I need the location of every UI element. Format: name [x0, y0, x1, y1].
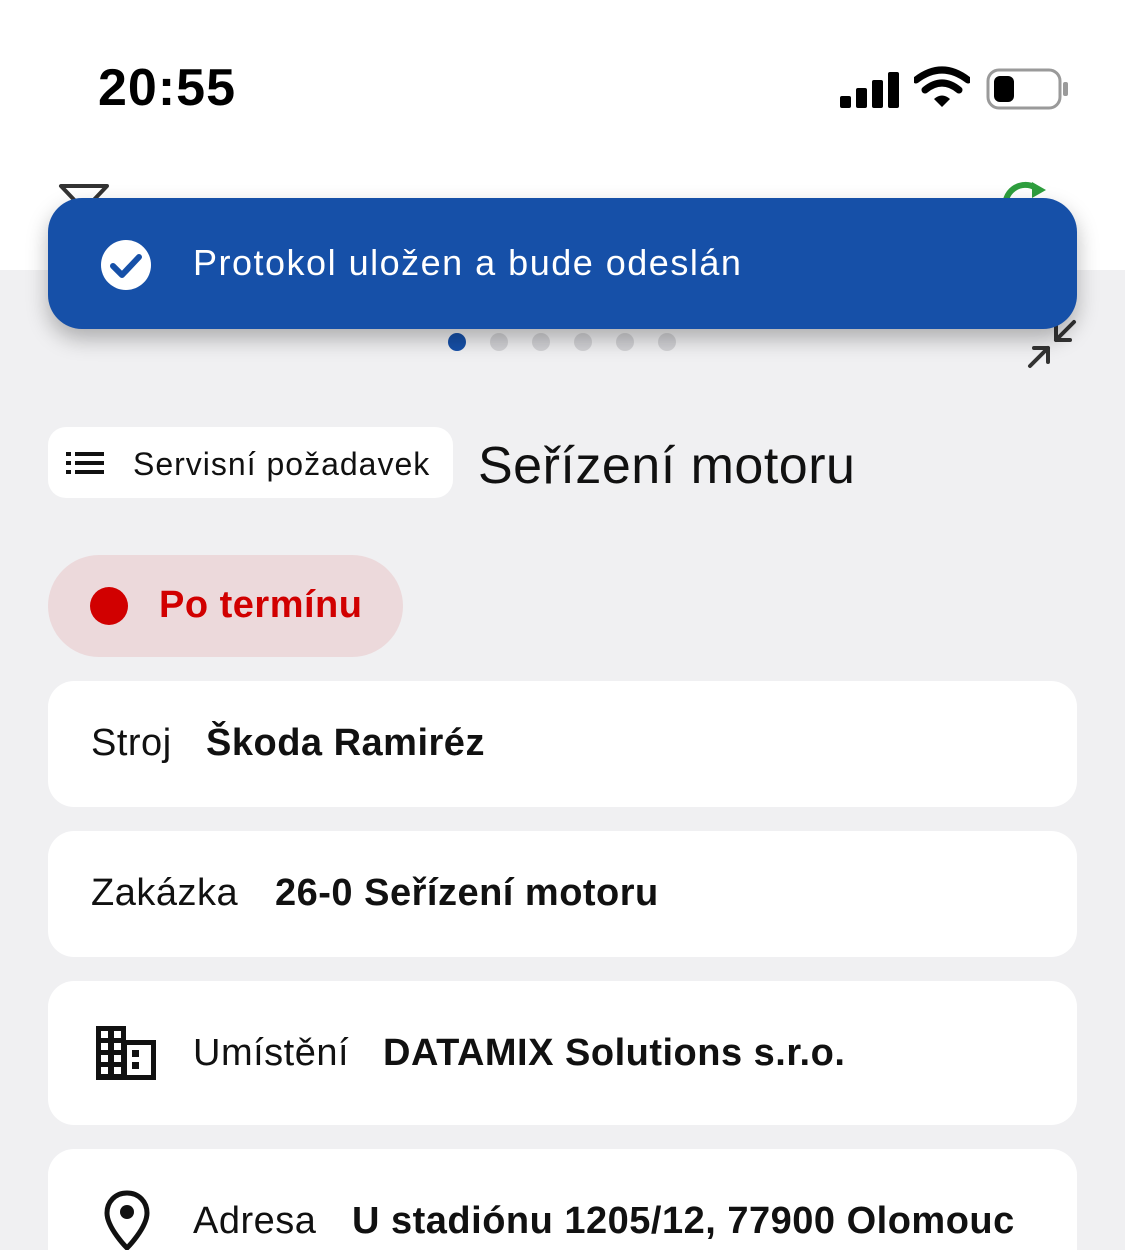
cellular-signal-icon	[840, 70, 900, 108]
machine-label: Stroj	[91, 722, 172, 764]
address-value: U stadiónu 1205/12, 77900 Olomouc	[352, 1200, 1015, 1242]
location-value: DATAMIX Solutions s.r.o.	[383, 1032, 846, 1074]
page-dot[interactable]	[574, 333, 592, 351]
address-label: Adresa	[193, 1200, 317, 1242]
status-time: 20:55	[98, 59, 236, 117]
list-icon	[66, 452, 104, 474]
machine-card	[48, 681, 1077, 807]
page-dot[interactable]	[448, 333, 466, 351]
app-screen: 20:55 Protokol uložen a bude odeslán Ser…	[0, 0, 1125, 1250]
status-badge-label: Po termínu	[159, 584, 363, 626]
toast-message: Protokol uložen a bude odeslán	[193, 242, 743, 283]
page-dot[interactable]	[532, 333, 550, 351]
page-dot[interactable]	[616, 333, 634, 351]
page-title: Seřízení motoru	[478, 437, 856, 495]
chip-label: Servisní požadavek	[133, 446, 431, 482]
order-label: Zakázka	[91, 872, 239, 914]
location-pin-icon	[104, 1190, 150, 1250]
location-label: Umístění	[193, 1032, 350, 1074]
building-icon	[96, 1026, 156, 1080]
battery-low-icon	[986, 68, 1068, 110]
status-dot	[90, 587, 128, 625]
order-value: 26-0 Seřízení motoru	[275, 872, 659, 914]
page-dot[interactable]	[658, 333, 676, 351]
page-dot[interactable]	[490, 333, 508, 351]
machine-value: Škoda Ramiréz	[206, 722, 485, 764]
wifi-icon	[914, 66, 970, 107]
check-circle-icon	[101, 240, 151, 290]
